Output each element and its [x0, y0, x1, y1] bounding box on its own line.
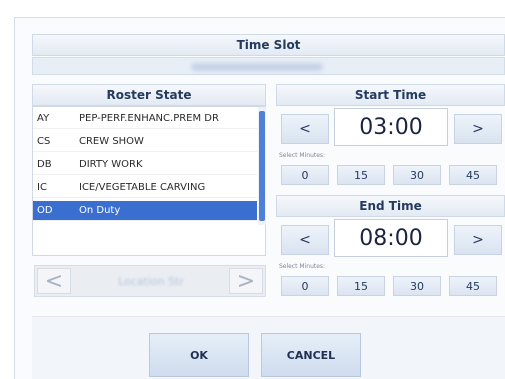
end-minute-45-button[interactable]: 45 — [449, 276, 497, 296]
end-minutes-label: Select Minutes: — [279, 263, 326, 270]
list-item[interactable]: IC ICE/VEGETABLE CARVING — [33, 178, 257, 198]
time-slot-dialog: Time Slot Roster State AY PEP-PERF.ENHAN… — [0, 0, 505, 379]
start-minute-15-button[interactable]: 15 — [337, 165, 385, 185]
roster-description: DIRTY WORK — [79, 159, 143, 170]
roster-code: CS — [37, 136, 51, 147]
start-minute-45-button[interactable]: 45 — [449, 165, 497, 185]
end-minute-0-button[interactable]: 0 — [281, 276, 329, 296]
end-time-decrement-button[interactable]: < — [281, 225, 329, 255]
start-minute-30-button[interactable]: 30 — [393, 165, 441, 185]
list-item[interactable]: AY PEP-PERF.ENHANC.PREM DR — [33, 109, 257, 129]
start-minute-0-button[interactable]: 0 — [281, 165, 329, 185]
ok-button[interactable]: OK — [149, 333, 249, 377]
cancel-button[interactable]: CANCEL — [261, 333, 361, 377]
roster-code: OD — [37, 205, 53, 216]
end-time-header: End Time — [276, 195, 505, 217]
start-time-header: Start Time — [276, 84, 505, 106]
list-item-selected[interactable]: OD On Duty — [33, 201, 257, 221]
start-minutes-label: Select Minutes: — [279, 152, 326, 159]
location-label: Location Str — [118, 274, 184, 288]
roster-state-header: Roster State — [32, 84, 266, 106]
end-time-increment-button[interactable]: > — [454, 225, 502, 255]
roster-code: IC — [37, 182, 47, 193]
roster-state-list[interactable]: AY PEP-PERF.ENHANC.PREM DR CS CREW SHOW … — [32, 106, 266, 256]
location-prev-button[interactable]: < — [37, 268, 71, 294]
location-navigator: < Location Str > — [34, 265, 266, 297]
list-item[interactable]: DB DIRTY WORK — [33, 155, 257, 175]
scrollbar-thumb[interactable] — [259, 111, 265, 221]
location-next-button[interactable]: > — [229, 268, 263, 294]
roster-description: CREW SHOW — [79, 136, 144, 147]
end-minute-30-button[interactable]: 30 — [393, 276, 441, 296]
roster-description: On Duty — [79, 205, 121, 216]
dialog-title: Time Slot — [32, 34, 505, 56]
start-time-decrement-button[interactable]: < — [281, 114, 329, 144]
roster-code: DB — [37, 159, 52, 170]
blurred-subtitle — [191, 63, 323, 71]
end-minute-15-button[interactable]: 15 — [337, 276, 385, 296]
roster-description: ICE/VEGETABLE CARVING — [79, 182, 206, 193]
list-item[interactable]: CS CREW SHOW — [33, 132, 257, 152]
list-scrollbar[interactable] — [258, 107, 266, 225]
title-subbar — [32, 57, 505, 75]
end-time-value: 08:00 — [334, 219, 448, 257]
start-time-value: 03:00 — [334, 108, 448, 146]
start-time-increment-button[interactable]: > — [454, 114, 502, 144]
roster-description: PEP-PERF.ENHANC.PREM DR — [79, 113, 219, 124]
roster-code: AY — [37, 113, 50, 124]
